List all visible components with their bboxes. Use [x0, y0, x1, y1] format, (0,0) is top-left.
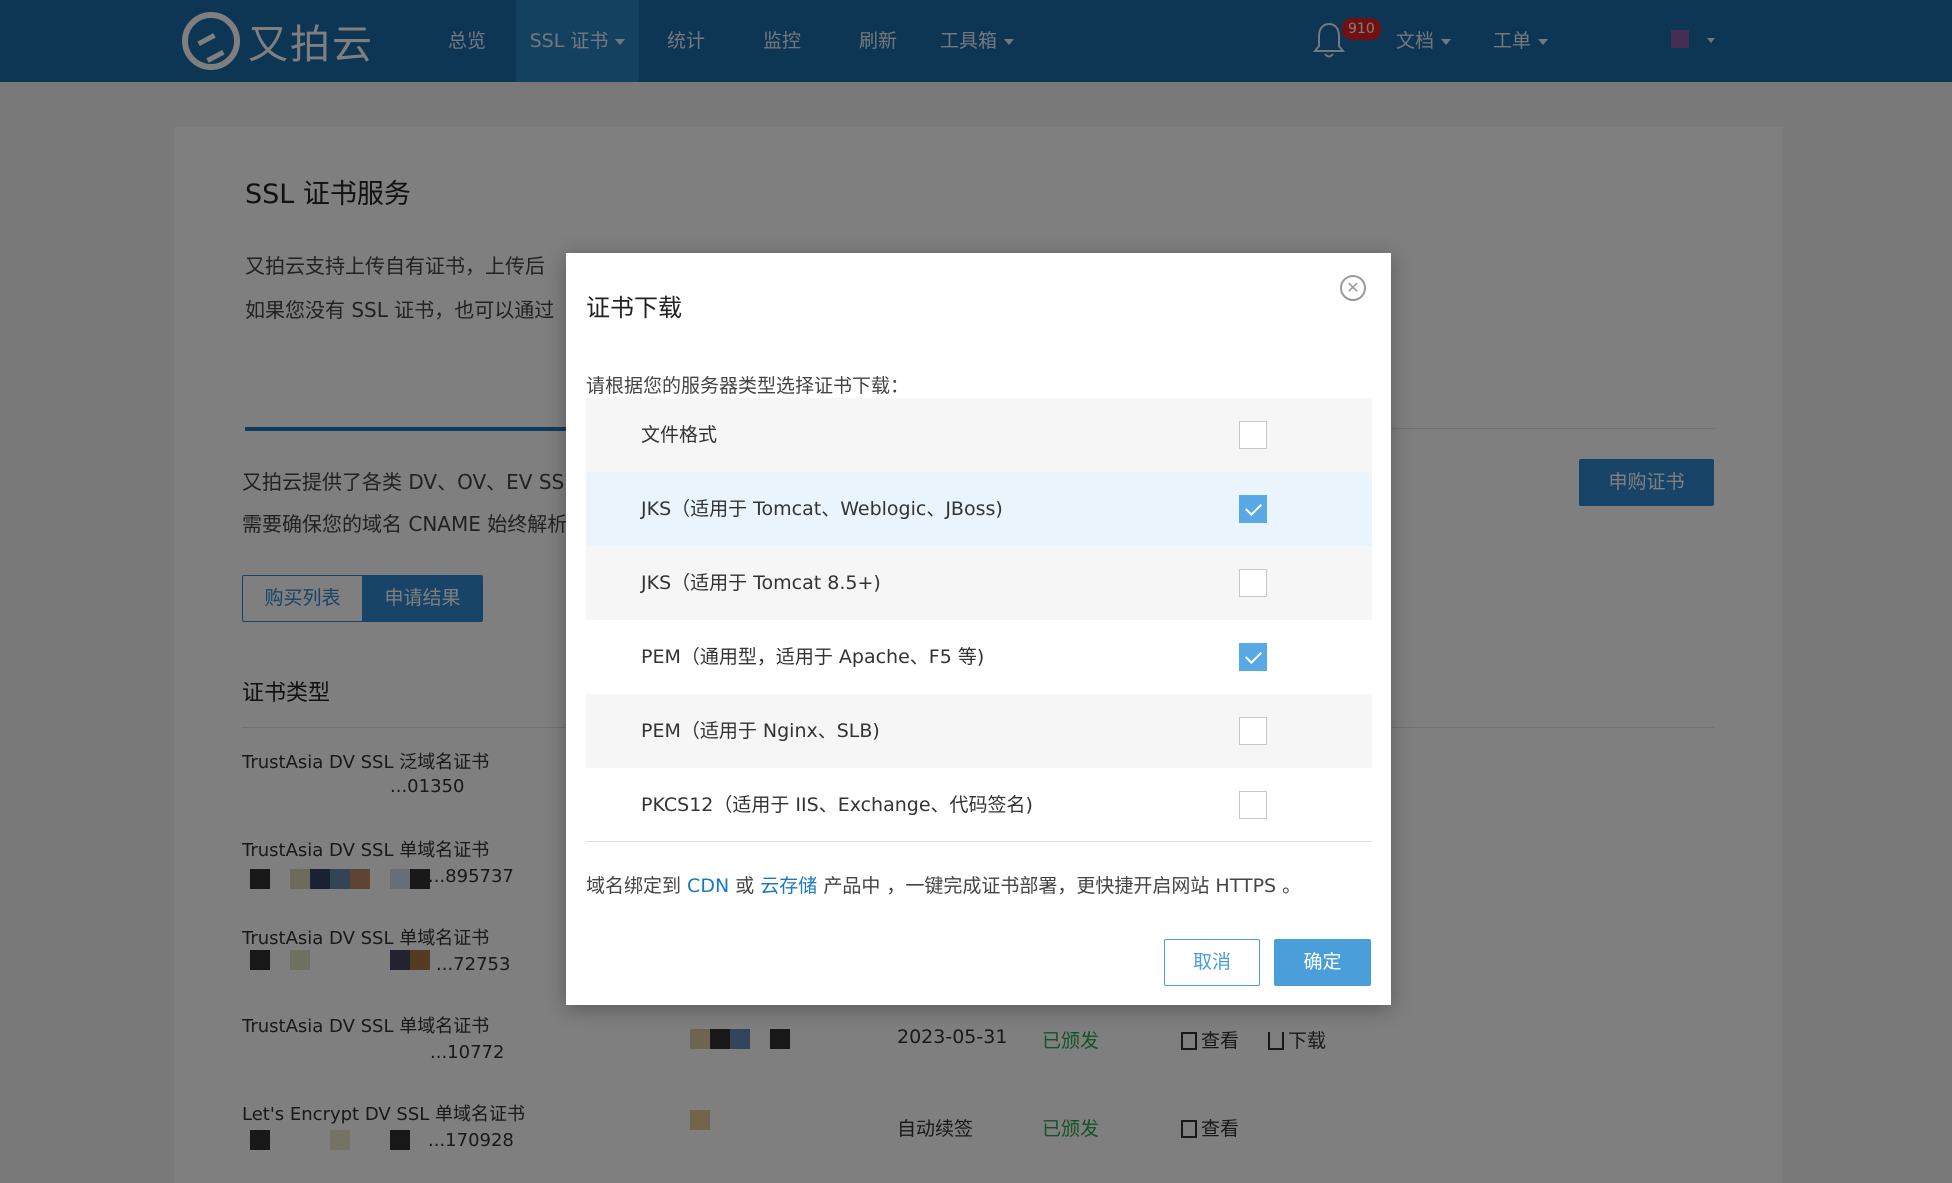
- format-header-row[interactable]: 文件格式: [586, 398, 1372, 472]
- cdn-link[interactable]: CDN: [687, 875, 729, 897]
- select-all-checkbox[interactable]: [1239, 421, 1267, 449]
- note-prefix: 域名绑定到: [586, 875, 688, 897]
- option-pem-generic[interactable]: PEM（通用型，适用于 Apache、F5 等): [586, 620, 1372, 694]
- option-checkbox[interactable]: [1239, 569, 1267, 597]
- option-checkbox[interactable]: [1239, 643, 1267, 671]
- option-checkbox[interactable]: [1239, 717, 1267, 745]
- certificate-download-dialog: 证书下载 ✕ 请根据您的服务器类型选择证书下载： 文件格式 JKS（适用于 To…: [566, 253, 1391, 1005]
- option-jks-tomcat85[interactable]: JKS（适用于 Tomcat 8.5+): [586, 546, 1372, 620]
- close-icon[interactable]: ✕: [1340, 275, 1366, 301]
- option-checkbox[interactable]: [1239, 495, 1267, 523]
- deployment-note: 域名绑定到 CDN 或 云存储 产品中 ，一键完成证书部署，更快捷开启网站 HT…: [586, 871, 1301, 898]
- note-or: 或: [729, 875, 761, 897]
- option-label: JKS（适用于 Tomcat 8.5+): [641, 572, 881, 594]
- option-label: PEM（通用型，适用于 Apache、F5 等): [641, 646, 985, 668]
- option-label: PEM（适用于 Nginx、SLB): [641, 720, 880, 742]
- dialog-divider: [586, 841, 1372, 842]
- option-label: 文件格式: [641, 424, 718, 446]
- option-pkcs12[interactable]: PKCS12（适用于 IIS、Exchange、代码签名): [586, 768, 1372, 842]
- dialog-title: 证书下载: [586, 294, 682, 322]
- confirm-button[interactable]: 确定: [1274, 939, 1371, 986]
- option-pem-nginx[interactable]: PEM（适用于 Nginx、SLB): [586, 694, 1372, 768]
- dialog-instruction: 请根据您的服务器类型选择证书下载：: [586, 375, 910, 397]
- cancel-button[interactable]: 取消: [1164, 939, 1260, 986]
- note-suffix: 产品中 ，一键完成证书部署，更快捷开启网站 HTTPS 。: [817, 875, 1302, 897]
- option-jks-tomcat-weblogic-jboss[interactable]: JKS（适用于 Tomcat、Weblogic、JBoss): [586, 472, 1372, 546]
- option-label: PKCS12（适用于 IIS、Exchange、代码签名): [641, 794, 1033, 816]
- option-checkbox[interactable]: [1239, 791, 1267, 819]
- cloud-storage-link[interactable]: 云存储: [760, 875, 817, 897]
- option-label: JKS（适用于 Tomcat、Weblogic、JBoss): [641, 498, 1003, 520]
